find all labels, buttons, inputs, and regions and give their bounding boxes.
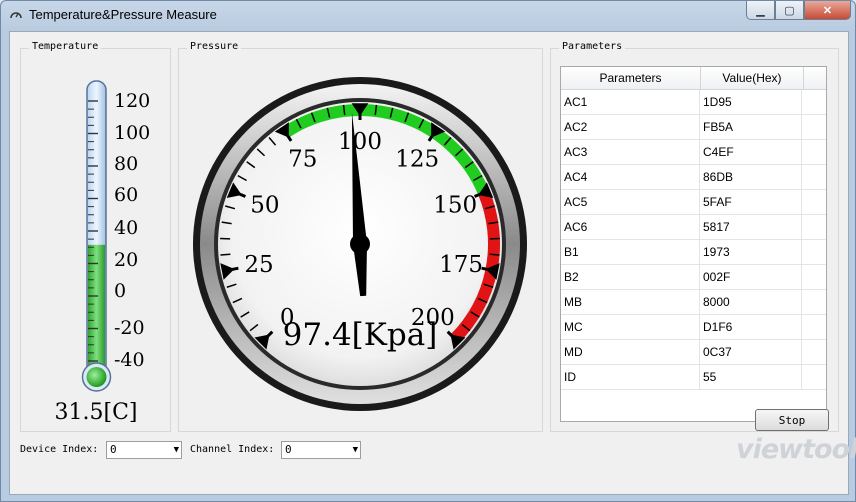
pressure-gauge: 0 25 50 75 100 125 150 175 200 97.4[Kpa]	[193, 77, 527, 411]
param-name-cell: MD	[561, 340, 700, 364]
device-index-value: 0	[110, 443, 117, 456]
table-row[interactable]: AC4 86DB	[561, 165, 826, 190]
gauge-tick	[220, 253, 231, 256]
thermo-label-20: 20	[114, 249, 138, 271]
parameters-group-title: Parameters	[559, 41, 626, 52]
param-value-cell: 1973	[700, 240, 802, 264]
param-name-cell: B1	[561, 240, 700, 264]
table-row[interactable]: MD 0C37	[561, 340, 826, 365]
param-name-cell: AC1	[561, 90, 700, 114]
close-button[interactable]: ✕	[804, 1, 851, 20]
param-value-cell: D1F6	[700, 315, 802, 339]
param-value-cell: C4EF	[700, 140, 802, 164]
table-body: AC1 1D95 AC2 FB5A AC3 C4EF AC4 86DB AC5 5FAF AC6 58…	[561, 90, 826, 390]
table-row[interactable]: AC6 5817	[561, 215, 826, 240]
header-value-hex[interactable]: Value(Hex)	[701, 67, 804, 89]
thermo-label-100: 100	[114, 122, 150, 144]
viewtool-watermark-logo: viewtool	[736, 434, 856, 465]
gauge-label-75: 75	[288, 146, 317, 172]
channel-index-value: 0	[285, 443, 292, 456]
client-area: Temperature 120 100 80 60 40 20 0 -20 -4…	[9, 31, 849, 495]
param-value-cell: 002F	[700, 265, 802, 289]
param-name-cell: ID	[561, 365, 700, 389]
temperature-group: Temperature 120 100 80 60 40 20 0 -20 -4…	[20, 41, 171, 432]
device-index-combo[interactable]: 0 ▼	[106, 441, 182, 459]
param-value-cell: 5FAF	[700, 190, 802, 214]
table-row[interactable]: AC3 C4EF	[561, 140, 826, 165]
param-name-cell: AC4	[561, 165, 700, 189]
app-window: Temperature&Pressure Measure ▁ ▢ ✕ Tempe…	[0, 0, 856, 502]
gauge-label-25: 25	[244, 252, 273, 278]
thermo-label-0: 0	[114, 280, 126, 302]
gauge-label-150: 150	[433, 193, 477, 219]
table-header: Parameters Value(Hex)	[561, 67, 826, 90]
gauge-hub	[350, 234, 370, 254]
close-icon: ✕	[822, 4, 833, 17]
gauge-tick	[489, 253, 500, 256]
param-value-cell: 86DB	[700, 165, 802, 189]
thermo-label-neg40: -40	[114, 349, 145, 371]
param-value-cell: 8000	[700, 290, 802, 314]
minimize-button[interactable]: ▁	[746, 1, 775, 20]
param-name-cell: AC5	[561, 190, 700, 214]
table-row[interactable]: ID 55	[561, 365, 826, 390]
channel-index-combo[interactable]: 0 ▼	[281, 441, 361, 459]
temperature-reading: 31.5[C]	[55, 400, 138, 425]
table-row[interactable]: MB 8000	[561, 290, 826, 315]
parameters-table: Parameters Value(Hex) AC1 1D95 AC2 FB5A AC3 C…	[560, 66, 827, 422]
maximize-button[interactable]: ▢	[775, 1, 804, 20]
thermo-label-40: 40	[114, 217, 138, 239]
param-value-cell: 55	[700, 365, 802, 389]
gauge-label-175: 175	[439, 252, 483, 278]
stop-button[interactable]: Stop	[755, 409, 829, 431]
thermo-label-80: 80	[114, 153, 138, 175]
gauge-label-125: 125	[395, 146, 439, 172]
maximize-icon: ▢	[784, 4, 795, 17]
table-row[interactable]: MC D1F6	[561, 315, 826, 340]
channel-index-label: Channel Index:	[190, 444, 275, 455]
minimize-icon: ▁	[756, 4, 765, 17]
thermo-label-120: 120	[114, 90, 150, 112]
thermo-label-neg20: -20	[114, 317, 145, 339]
header-parameters[interactable]: Parameters	[561, 67, 701, 89]
param-value-cell: FB5A	[700, 115, 802, 139]
param-name-cell: MC	[561, 315, 700, 339]
param-value-cell: 5817	[700, 215, 802, 239]
table-row[interactable]: B1 1973	[561, 240, 826, 265]
pressure-reading: 97.4[Kpa]	[283, 317, 438, 353]
chevron-down-icon: ▼	[173, 445, 179, 455]
param-name-cell: AC3	[561, 140, 700, 164]
param-name-cell: AC2	[561, 115, 700, 139]
thermo-label-60: 60	[114, 184, 138, 206]
gauge-label-50: 50	[250, 193, 279, 219]
table-row[interactable]: AC2 FB5A	[561, 115, 826, 140]
param-name-cell: AC6	[561, 215, 700, 239]
thermometer: 120 100 80 60 40 20 0 -20 -40 31.5[C]	[55, 80, 150, 425]
param-value-cell: 0C37	[700, 340, 802, 364]
thermometer-scale: 120 100 80 60 40 20 0 -20 -40	[114, 90, 150, 371]
gauge-label-100: 100	[338, 129, 382, 155]
pressure-group: Pressure 0 25 50 75 100 125 150 175 200 …	[178, 41, 543, 432]
title-bar: Temperature&Pressure Measure ▁ ▢ ✕	[1, 1, 855, 29]
chevron-down-icon: ▼	[352, 445, 358, 455]
table-row[interactable]: AC1 1D95	[561, 90, 826, 115]
table-row[interactable]: B2 002F	[561, 265, 826, 290]
gauge-app-icon	[10, 12, 22, 19]
table-row[interactable]: AC5 5FAF	[561, 190, 826, 215]
thermometer-bulb	[86, 367, 107, 387]
window-title: Temperature&Pressure Measure	[29, 7, 217, 22]
device-index-label: Device Index:	[20, 444, 99, 455]
param-name-cell: B2	[561, 265, 700, 289]
param-value-cell: 1D95	[700, 90, 802, 114]
param-name-cell: MB	[561, 290, 700, 314]
